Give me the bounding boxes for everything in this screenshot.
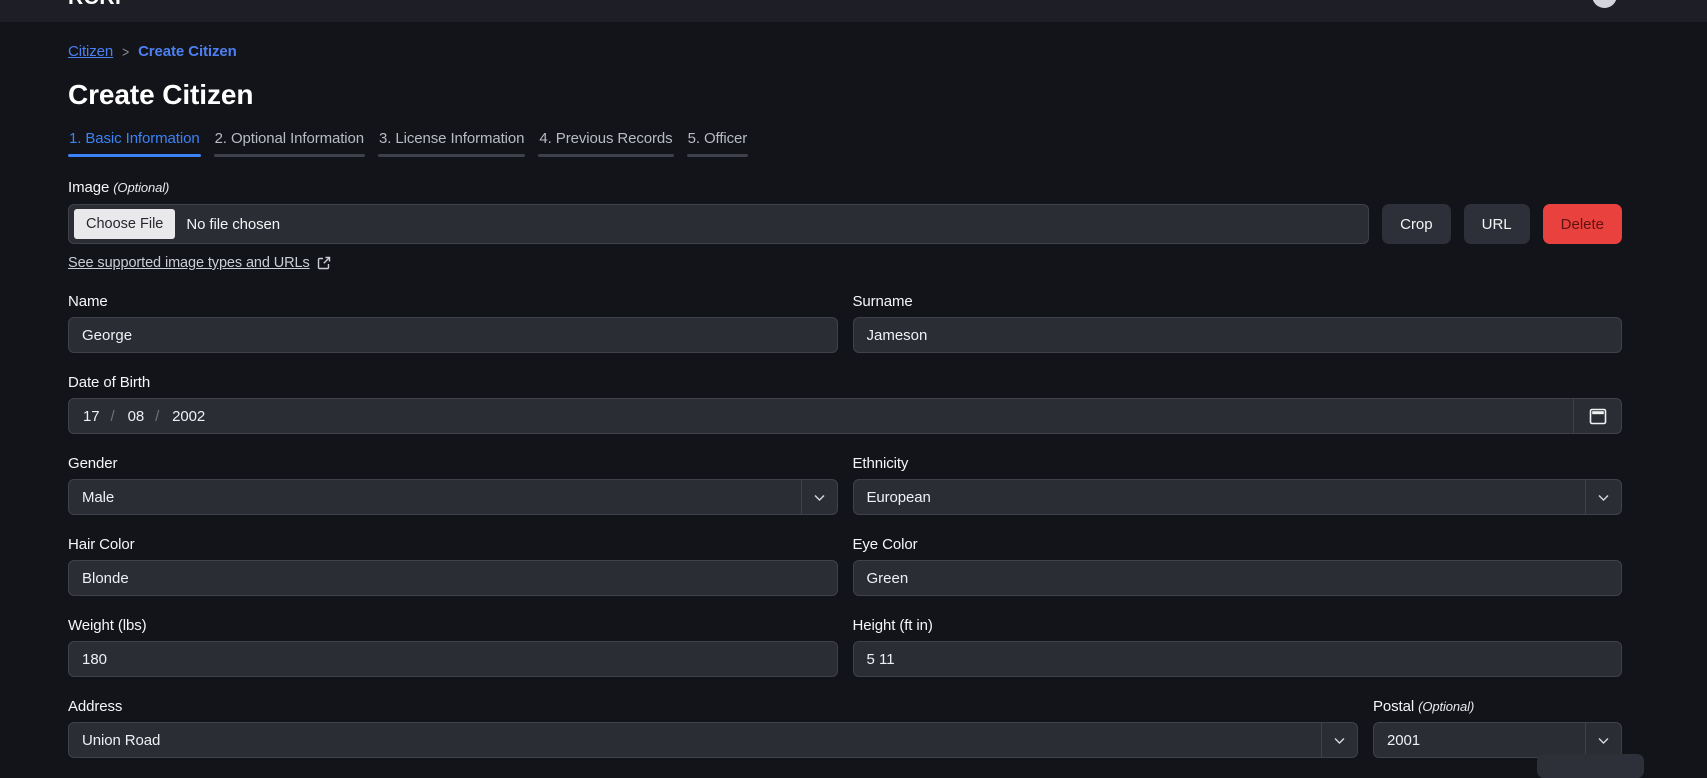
dob-month-segment[interactable]: 08	[115, 408, 145, 425]
calendar-picker-button[interactable]	[1573, 399, 1621, 433]
gender-select[interactable]: Male	[68, 479, 838, 515]
supported-image-types-link[interactable]: See supported image types and URLs	[68, 255, 331, 271]
image-file-input[interactable]: Choose File No file chosen	[68, 204, 1369, 244]
weight-input[interactable]	[68, 641, 838, 677]
dob-year-segment[interactable]: 2002	[159, 408, 205, 425]
chevron-down-icon[interactable]	[1321, 723, 1357, 757]
image-field-label: Image(Optional)	[68, 179, 1622, 196]
eye-color-input[interactable]	[853, 560, 1623, 596]
breadcrumb-create-citizen-link[interactable]: Create Citizen	[138, 43, 237, 60]
postal-selected-value: 2001	[1374, 732, 1585, 749]
gender-row: Gender Male Ethnicity European	[68, 455, 1622, 515]
chevron-down-icon[interactable]	[801, 480, 837, 514]
optional-tag: (Optional)	[1418, 699, 1474, 714]
ethnicity-label: Ethnicity	[853, 455, 1623, 472]
height-input[interactable]	[853, 641, 1623, 677]
eye-color-label: Eye Color	[853, 536, 1623, 553]
optional-tag: (Optional)	[113, 180, 169, 195]
weight-height-row: Weight (lbs) Height (ft in)	[68, 617, 1622, 677]
breadcrumb-separator: >	[122, 43, 129, 60]
url-button[interactable]: URL	[1464, 204, 1530, 244]
breadcrumb: Citizen > Create Citizen	[68, 43, 1622, 60]
height-label: Height (ft in)	[853, 617, 1623, 634]
tab-basic-information[interactable]: 1. Basic Information	[68, 130, 201, 157]
address-label: Address	[68, 698, 1358, 715]
tab-officer[interactable]: 5. Officer	[687, 130, 749, 157]
calendar-icon	[1588, 406, 1608, 426]
postal-select[interactable]: 2001	[1373, 722, 1622, 758]
tab-underline	[68, 154, 201, 157]
address-selected-value: Union Road	[69, 732, 1321, 749]
user-avatar[interactable]	[1592, 0, 1617, 8]
name-input[interactable]	[68, 317, 838, 353]
file-chosen-status: No file chosen	[186, 216, 280, 233]
create-citizen-form: Image(Optional) Choose File No file chos…	[68, 179, 1622, 758]
tab-underline	[214, 154, 365, 157]
gender-label: Gender	[68, 455, 838, 472]
tab-underline	[687, 154, 749, 157]
hair-eye-row: Hair Color Eye Color	[68, 536, 1622, 596]
breadcrumb-citizen-link[interactable]: Citizen	[68, 43, 113, 60]
name-row: Name Surname	[68, 293, 1622, 353]
surname-input[interactable]	[853, 317, 1623, 353]
tab-optional-information[interactable]: 2. Optional Information	[214, 130, 365, 157]
chevron-down-icon[interactable]	[1585, 723, 1621, 757]
name-label: Name	[68, 293, 838, 310]
gender-selected-value: Male	[69, 489, 801, 506]
tab-underline	[378, 154, 525, 157]
dob-label: Date of Birth	[68, 374, 1622, 391]
tab-license-information[interactable]: 3. License Information	[378, 130, 525, 157]
hair-color-input[interactable]	[68, 560, 838, 596]
choose-file-button[interactable]: Choose File	[74, 209, 175, 239]
dob-input[interactable]: 17 / 08 / 2002	[68, 398, 1622, 434]
crop-button[interactable]: Crop	[1382, 204, 1451, 244]
form-steps-tabs: 1. Basic Information 2. Optional Informa…	[68, 130, 1622, 157]
dob-day-segment[interactable]: 17	[69, 408, 100, 425]
postal-label: Postal(Optional)	[1373, 698, 1622, 715]
dob-separator: /	[100, 408, 115, 425]
image-upload-row: Choose File No file chosen Crop URL Dele…	[68, 204, 1622, 244]
partial-bottom-button[interactable]	[1537, 754, 1644, 778]
address-row: Address Union Road Postal(Optional) 2001	[68, 698, 1622, 758]
tab-previous-records[interactable]: 4. Previous Records	[538, 130, 673, 157]
tab-underline	[538, 154, 673, 157]
dob-row: Date of Birth 17 / 08 / 2002	[68, 374, 1622, 434]
address-select[interactable]: Union Road	[68, 722, 1358, 758]
ethnicity-selected-value: European	[854, 489, 1586, 506]
surname-label: Surname	[853, 293, 1623, 310]
ethnicity-select[interactable]: European	[853, 479, 1623, 515]
delete-button[interactable]: Delete	[1543, 204, 1622, 244]
weight-label: Weight (lbs)	[68, 617, 838, 634]
external-link-icon	[317, 256, 331, 270]
dob-separator: /	[144, 408, 159, 425]
app-logo: RCRI	[68, 0, 121, 10]
chevron-down-icon[interactable]	[1585, 480, 1621, 514]
page-title: Create Citizen	[68, 79, 1622, 111]
top-navigation-bar: RCRI	[0, 0, 1707, 22]
hair-color-label: Hair Color	[68, 536, 838, 553]
